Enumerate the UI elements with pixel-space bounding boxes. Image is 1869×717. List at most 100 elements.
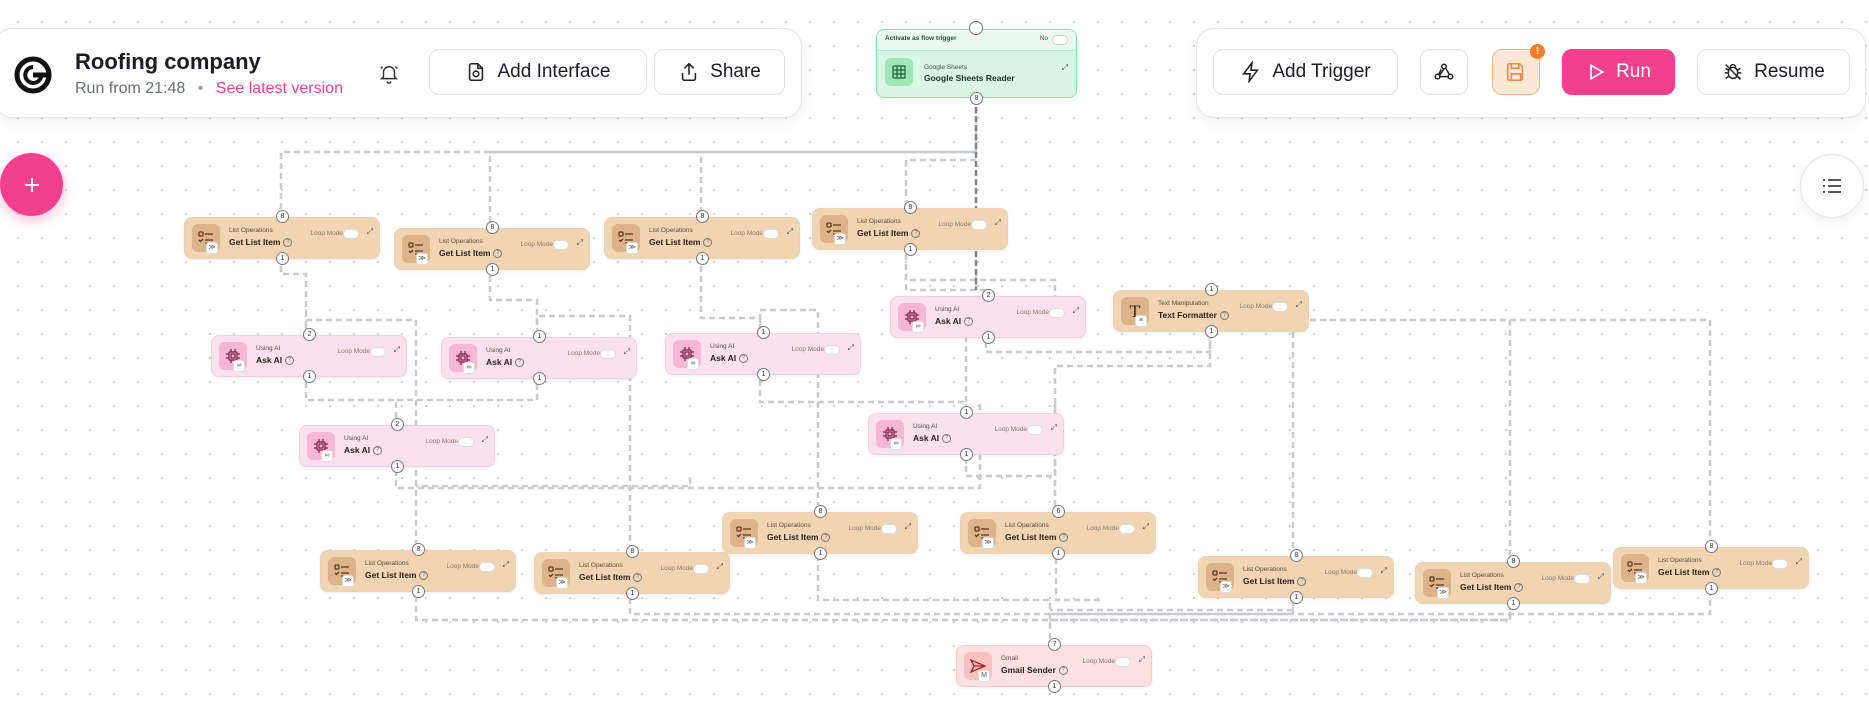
save-button[interactable]: !	[1492, 44, 1545, 95]
node-in-port[interactable]: 7	[1048, 638, 1061, 651]
node-out-port[interactable]: 1	[960, 448, 973, 461]
node-in-port[interactable]: 1	[960, 406, 973, 419]
loop-mode-toggle[interactable]	[693, 564, 709, 574]
project-title[interactable]: Roofing company	[75, 49, 261, 75]
expand-icon[interactable]: ⤢	[1051, 423, 1057, 433]
node-out-port[interactable]: 1	[982, 331, 995, 344]
help-icon[interactable]: ?	[821, 533, 831, 543]
node-in-port[interactable]: 8	[814, 505, 827, 518]
help-icon[interactable]: ?	[942, 434, 952, 444]
node-in-port[interactable]: 1	[757, 326, 770, 339]
expand-icon[interactable]: ⤢	[1796, 557, 1802, 567]
node-out-port[interactable]: 1	[412, 585, 425, 598]
loop-mode-toggle[interactable]	[1049, 308, 1065, 318]
google-sheets-reader-node[interactable]: Activate as flow trigger No Google Sheet…	[876, 29, 1077, 98]
node-out-port[interactable]: 1	[1052, 547, 1065, 560]
node-in-port[interactable]: 8	[696, 210, 709, 223]
webhook-button[interactable]	[1420, 49, 1468, 95]
node-out-port[interactable]: 1	[757, 368, 770, 381]
help-icon[interactable]: ?	[285, 356, 295, 366]
expand-icon[interactable]: ⤢	[1598, 572, 1604, 582]
see-latest-version-link[interactable]: See latest version	[216, 80, 343, 97]
node-list-button[interactable]	[1800, 154, 1864, 218]
help-icon[interactable]: ?	[1514, 583, 1524, 593]
node-in-port[interactable]: 8	[1507, 555, 1520, 568]
expand-icon[interactable]: ⤢	[1143, 522, 1149, 532]
help-icon[interactable]: ?	[703, 238, 713, 248]
help-icon[interactable]: ?	[493, 249, 503, 259]
help-icon[interactable]: ?	[911, 229, 921, 239]
node-out-port[interactable]: 1	[696, 252, 709, 265]
expand-icon[interactable]: ⤢	[503, 560, 509, 570]
help-icon[interactable]: ?	[964, 317, 974, 327]
loop-mode-toggle[interactable]	[1272, 302, 1288, 312]
expand-icon[interactable]: ⤢	[717, 562, 723, 572]
loop-mode-toggle[interactable]	[479, 562, 495, 572]
help-icon[interactable]: ?	[419, 571, 429, 581]
expand-icon[interactable]: ⤢	[367, 227, 373, 237]
add-node-button[interactable]	[0, 153, 63, 216]
loop-mode-toggle[interactable]	[824, 345, 840, 355]
expand-icon[interactable]: ⤢	[848, 343, 854, 353]
add-trigger-button[interactable]: Add Trigger	[1213, 49, 1398, 95]
loop-mode-toggle[interactable]	[458, 437, 474, 447]
node-out-port[interactable]: 1	[904, 243, 917, 256]
share-button[interactable]: Share	[654, 49, 785, 95]
node-out-port[interactable]: 1	[391, 460, 404, 473]
loop-mode-toggle[interactable]	[370, 347, 386, 357]
loop-mode-toggle[interactable]	[881, 524, 897, 534]
help-icon[interactable]: ?	[1297, 577, 1307, 587]
trigger-out-port[interactable]: 8	[970, 92, 983, 105]
help-icon[interactable]: ?	[373, 446, 383, 456]
help-icon[interactable]: ?	[283, 238, 293, 248]
node-in-port[interactable]: 8	[1290, 549, 1303, 562]
activate-trigger-toggle[interactable]	[1052, 35, 1068, 45]
node-out-port[interactable]: 1	[1048, 680, 1061, 693]
expand-icon[interactable]: ⤢	[1381, 566, 1387, 576]
node-in-port[interactable]: 8	[904, 201, 917, 214]
node-in-port[interactable]: 1	[1205, 283, 1218, 296]
help-icon[interactable]: ?	[1059, 533, 1069, 543]
node-in-port[interactable]: 8	[276, 210, 289, 223]
node-out-port[interactable]: 1	[1705, 582, 1718, 595]
expand-icon[interactable]: ⤢	[1296, 300, 1302, 310]
notifications-button[interactable]	[375, 60, 403, 88]
expand-icon[interactable]: ⤢	[787, 227, 793, 237]
expand-icon[interactable]: ⤢	[394, 345, 400, 355]
loop-mode-toggle[interactable]	[1772, 559, 1788, 569]
add-interface-button[interactable]: Add Interface	[429, 49, 647, 95]
loop-mode-toggle[interactable]	[1574, 574, 1590, 584]
help-icon[interactable]: ?	[515, 358, 525, 368]
help-icon[interactable]: ?	[739, 354, 749, 364]
loop-mode-toggle[interactable]	[1119, 524, 1135, 534]
app-logo[interactable]	[13, 55, 53, 95]
loop-mode-toggle[interactable]	[1357, 568, 1373, 578]
node-out-port[interactable]: 1	[626, 587, 639, 600]
expand-icon[interactable]: ⤢	[995, 218, 1001, 228]
expand-icon[interactable]: ⤢	[905, 522, 911, 532]
node-out-port[interactable]: 1	[814, 547, 827, 560]
node-in-port[interactable]: 8	[486, 221, 499, 234]
help-icon[interactable]: ?	[1219, 311, 1229, 321]
node-out-port[interactable]: 1	[1205, 325, 1218, 338]
node-out-port[interactable]: 1	[1507, 597, 1520, 610]
node-out-port[interactable]: 1	[533, 372, 546, 385]
node-out-port[interactable]: 1	[276, 252, 289, 265]
help-icon[interactable]: ?	[1712, 568, 1722, 578]
loop-mode-toggle[interactable]	[343, 229, 359, 239]
node-out-port[interactable]: 1	[1290, 591, 1303, 604]
loop-mode-toggle[interactable]	[971, 220, 987, 230]
expand-icon[interactable]: ⤢	[482, 435, 488, 445]
resume-button[interactable]: Resume	[1697, 49, 1850, 95]
node-in-port[interactable]: 8	[412, 543, 425, 556]
run-button[interactable]: Run	[1562, 49, 1675, 95]
loop-mode-toggle[interactable]	[1027, 425, 1043, 435]
node-in-port[interactable]: 1	[533, 330, 546, 343]
expand-icon[interactable]: ⤢	[1073, 306, 1079, 316]
expand-icon[interactable]: ⤢	[624, 347, 630, 357]
node-in-port[interactable]: 2	[303, 328, 316, 341]
node-out-port[interactable]: 1	[486, 263, 499, 276]
loop-mode-toggle[interactable]	[1115, 657, 1131, 667]
expand-icon[interactable]: ⤢	[577, 238, 583, 248]
loop-mode-toggle[interactable]	[553, 240, 569, 250]
